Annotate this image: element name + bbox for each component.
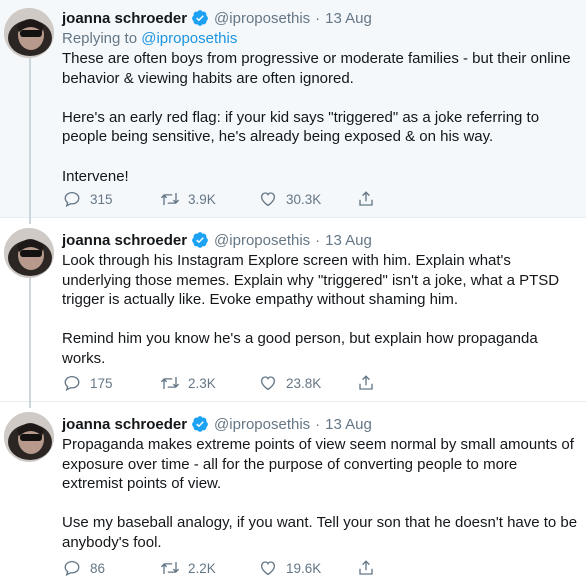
reply-icon [62, 189, 82, 209]
like-button[interactable]: 19.6K [258, 558, 356, 578]
like-count: 23.8K [286, 375, 322, 391]
replying-to: Replying to @iproposethis [62, 29, 578, 49]
tweet-paragraph: Use my baseball analogy, if you want. Te… [62, 514, 578, 551]
author-name[interactable]: joanna schroeder [62, 416, 187, 433]
tweet-header: joanna schroeder @iproposethis · 13 Aug [62, 413, 578, 435]
retweet-button[interactable]: 2.3K [160, 373, 258, 393]
retweet-button[interactable]: 3.9K [160, 189, 258, 209]
replying-to-handle[interactable]: @iproposethis [141, 30, 237, 47]
author-name[interactable]: joanna schroeder [62, 232, 187, 249]
retweet-count: 2.3K [188, 375, 216, 391]
share-icon [356, 189, 376, 209]
tweet-text: Look through his Instagram Explore scree… [62, 251, 578, 369]
separator-dot: · [315, 9, 321, 27]
tweet-text: Propaganda makes extreme points of view … [62, 435, 578, 553]
replying-to-label: Replying to [62, 30, 138, 47]
tweet-header: joanna schroeder @iproposethis · 13 Aug [62, 229, 578, 251]
avatar[interactable] [4, 8, 54, 58]
tweet-2[interactable]: joanna schroeder @iproposethis · 13 Aug … [0, 218, 586, 402]
tweet-actions: 86 2.2K 19.6K [62, 557, 386, 579]
reply-count: 175 [90, 375, 113, 391]
separator-dot: · [315, 415, 321, 433]
reply-button[interactable]: 86 [62, 558, 160, 578]
author-handle[interactable]: @iproposethis [214, 416, 310, 433]
tweet-text: These are often boys from progressive or… [62, 49, 578, 186]
share-icon [356, 373, 376, 393]
tweet-paragraph: Remind him you know he's a good person, … [62, 330, 538, 367]
tweet-paragraph: Propaganda makes extreme points of view … [62, 436, 574, 493]
share-button[interactable] [356, 373, 386, 393]
reply-icon [62, 558, 82, 578]
share-icon [356, 558, 376, 578]
tweet-paragraph: These are often boys from progressive or… [62, 50, 571, 87]
tweet-actions: 315 3.9K 30.3K [62, 188, 386, 210]
retweet-button[interactable]: 2.2K [160, 558, 258, 578]
reply-icon [62, 373, 82, 393]
author-handle[interactable]: @iproposethis [214, 232, 310, 249]
tweet-paragraph: Look through his Instagram Explore scree… [62, 252, 560, 309]
like-button[interactable]: 23.8K [258, 373, 356, 393]
retweet-icon [160, 558, 180, 578]
avatar[interactable] [4, 412, 54, 462]
tweet-actions: 175 2.3K 23.8K [62, 372, 386, 394]
retweet-count: 2.2K [188, 560, 216, 576]
like-icon [258, 373, 278, 393]
like-icon [258, 189, 278, 209]
like-button[interactable]: 30.3K [258, 189, 356, 209]
tweet-1[interactable]: joanna schroeder @iproposethis · 13 Aug … [0, 0, 586, 218]
retweet-icon [160, 189, 180, 209]
thread-line [29, 276, 31, 402]
tweet-paragraph: Here's an early red flag: if your kid sa… [62, 108, 540, 146]
tweet-3[interactable]: joanna schroeder @iproposethis · 13 Aug … [0, 402, 586, 585]
verified-badge-icon [191, 9, 209, 27]
reply-button[interactable]: 175 [62, 373, 160, 393]
like-count: 19.6K [286, 560, 322, 576]
author-name[interactable]: joanna schroeder [62, 10, 187, 27]
reply-count: 86 [90, 560, 106, 576]
author-handle[interactable]: @iproposethis [214, 10, 310, 27]
reply-count: 315 [90, 191, 113, 207]
separator-dot: · [315, 231, 321, 249]
tweet-date[interactable]: 13 Aug [325, 416, 372, 433]
thread-line [29, 218, 31, 224]
thread-line [29, 402, 31, 408]
tweet-header: joanna schroeder @iproposethis · 13 Aug [62, 7, 578, 29]
reply-button[interactable]: 315 [62, 189, 160, 209]
share-button[interactable] [356, 558, 386, 578]
like-count: 30.3K [286, 191, 322, 207]
tweet-date[interactable]: 13 Aug [325, 232, 372, 249]
tweet-date[interactable]: 13 Aug [325, 10, 372, 27]
avatar[interactable] [4, 228, 54, 278]
share-button[interactable] [356, 189, 386, 209]
retweet-icon [160, 373, 180, 393]
verified-badge-icon [191, 231, 209, 249]
retweet-count: 3.9K [188, 191, 216, 207]
tweet-paragraph: Intervene! [62, 167, 129, 185]
verified-badge-icon [191, 415, 209, 433]
thread-line [29, 56, 31, 218]
like-icon [258, 558, 278, 578]
